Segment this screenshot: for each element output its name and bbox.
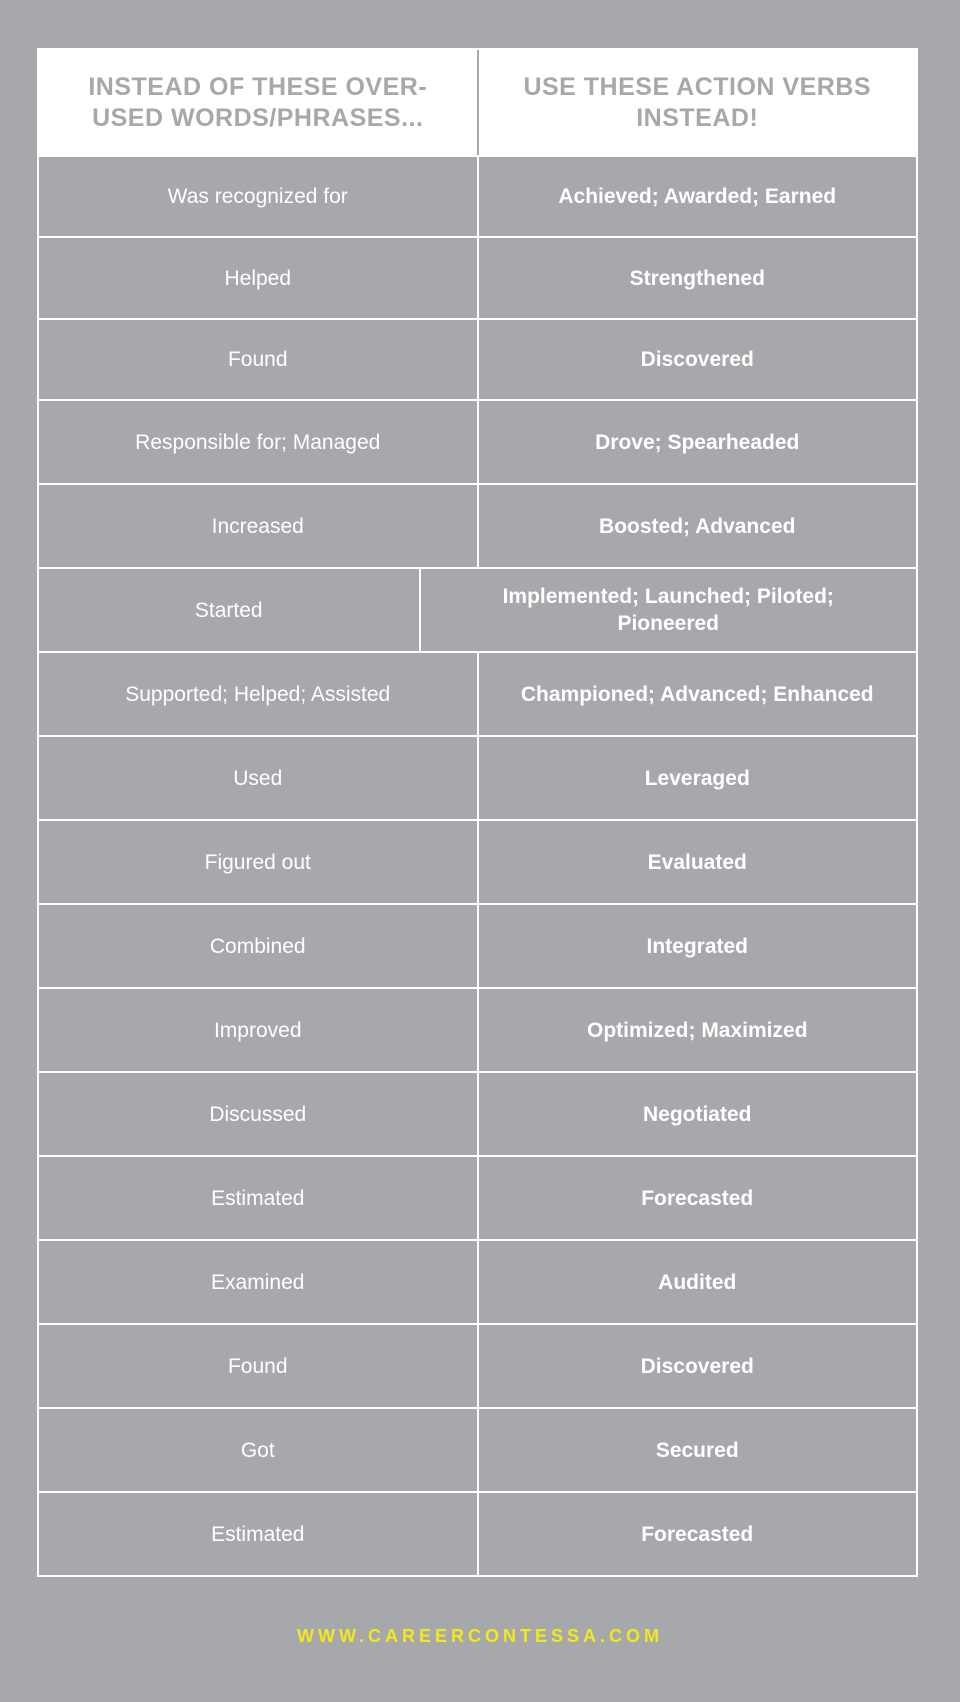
- table-row: Figured out Evaluated: [39, 819, 916, 903]
- header-overused: Instead of these over-used words/phrases…: [39, 50, 479, 155]
- action-verb: Audited: [658, 1270, 737, 1294]
- overused-phrase: Combined: [39, 905, 479, 987]
- action-verb: Leveraged: [644, 766, 750, 790]
- action-verbs-table: Instead of these over-used words/phrases…: [37, 48, 918, 1577]
- table-row: Helped Strengthened: [39, 236, 916, 318]
- overused-phrase: Improved: [39, 989, 479, 1071]
- table-row: Used Leveraged: [39, 735, 916, 819]
- action-verb: Integrated: [646, 934, 748, 958]
- action-verb: Discovered: [640, 1354, 754, 1378]
- action-verb: Forecasted: [641, 1522, 754, 1546]
- table-row: Started Implemented; Launched; Piloted; P…: [39, 567, 916, 651]
- action-verb: Championed; Advanced; Enhanced: [520, 682, 874, 706]
- table-row: Discussed Negotiated: [39, 1071, 916, 1155]
- overused-phrase: Used: [39, 737, 479, 819]
- overused-phrase: Helped: [39, 238, 479, 318]
- header-action-verbs: Use these action verbs instead!: [523, 72, 872, 132]
- action-verb: Forecasted: [641, 1186, 754, 1210]
- overused-phrase: Estimated: [39, 1157, 479, 1239]
- table-row: Found Discovered: [39, 1323, 916, 1407]
- action-verb: Achieved; Awarded; Earned: [558, 185, 837, 208]
- table-row: Improved Optimized; Maximized: [39, 987, 916, 1071]
- action-verb: Drove; Spearheaded: [595, 430, 800, 454]
- table-row: Found Discovered: [39, 318, 916, 399]
- table-row: Estimated Forecasted: [39, 1491, 916, 1575]
- overused-phrase: Started: [39, 569, 421, 651]
- action-verb: Strengthened: [629, 266, 765, 290]
- overused-phrase: Figured out: [39, 821, 479, 903]
- action-verb: Evaluated: [647, 850, 747, 874]
- overused-phrase: Was recognized for: [39, 157, 479, 236]
- overused-phrase: Supported; Helped; Assisted: [39, 653, 479, 735]
- overused-phrase: Found: [39, 320, 479, 399]
- table-body: Was recognized for Achieved; Awarded; Ear…: [39, 155, 916, 1575]
- overused-phrase: Increased: [39, 485, 479, 567]
- table-row: Combined Integrated: [39, 903, 916, 987]
- action-verb: Secured: [655, 1438, 739, 1462]
- table-row: Was recognized for Achieved; Awarded; Ear…: [39, 155, 916, 236]
- overused-phrase: Responsible for; Managed: [39, 401, 479, 483]
- overused-phrase: Got: [39, 1409, 479, 1491]
- website-url: WWW.CAREERCONTESSA.COM: [297, 1626, 663, 1646]
- overused-phrase: Found: [39, 1325, 479, 1407]
- overused-phrase: Discussed: [39, 1073, 479, 1155]
- action-verb: Boosted; Advanced: [599, 514, 796, 538]
- table-row: Estimated Forecasted: [39, 1155, 916, 1239]
- action-verb: Optimized; Maximized: [586, 1018, 808, 1042]
- overused-phrase: Examined: [39, 1241, 479, 1323]
- table-row: Got Secured: [39, 1407, 916, 1491]
- action-verb: Discovered: [640, 348, 754, 371]
- action-verb: Negotiated: [642, 1102, 752, 1126]
- overused-phrase: Estimated: [39, 1493, 479, 1575]
- table-row: Examined Audited: [39, 1239, 916, 1323]
- table-row: Supported; Helped; Assisted Championed; A…: [39, 651, 916, 735]
- action-verb: Implemented; Launched; Piloted; Pioneere…: [502, 585, 834, 635]
- table-row: Responsible for; Managed Drove; Spearhead…: [39, 399, 916, 483]
- table-row: Increased Boosted; Advanced: [39, 483, 916, 567]
- table-header: Instead of these over-used words/phrases…: [39, 50, 916, 155]
